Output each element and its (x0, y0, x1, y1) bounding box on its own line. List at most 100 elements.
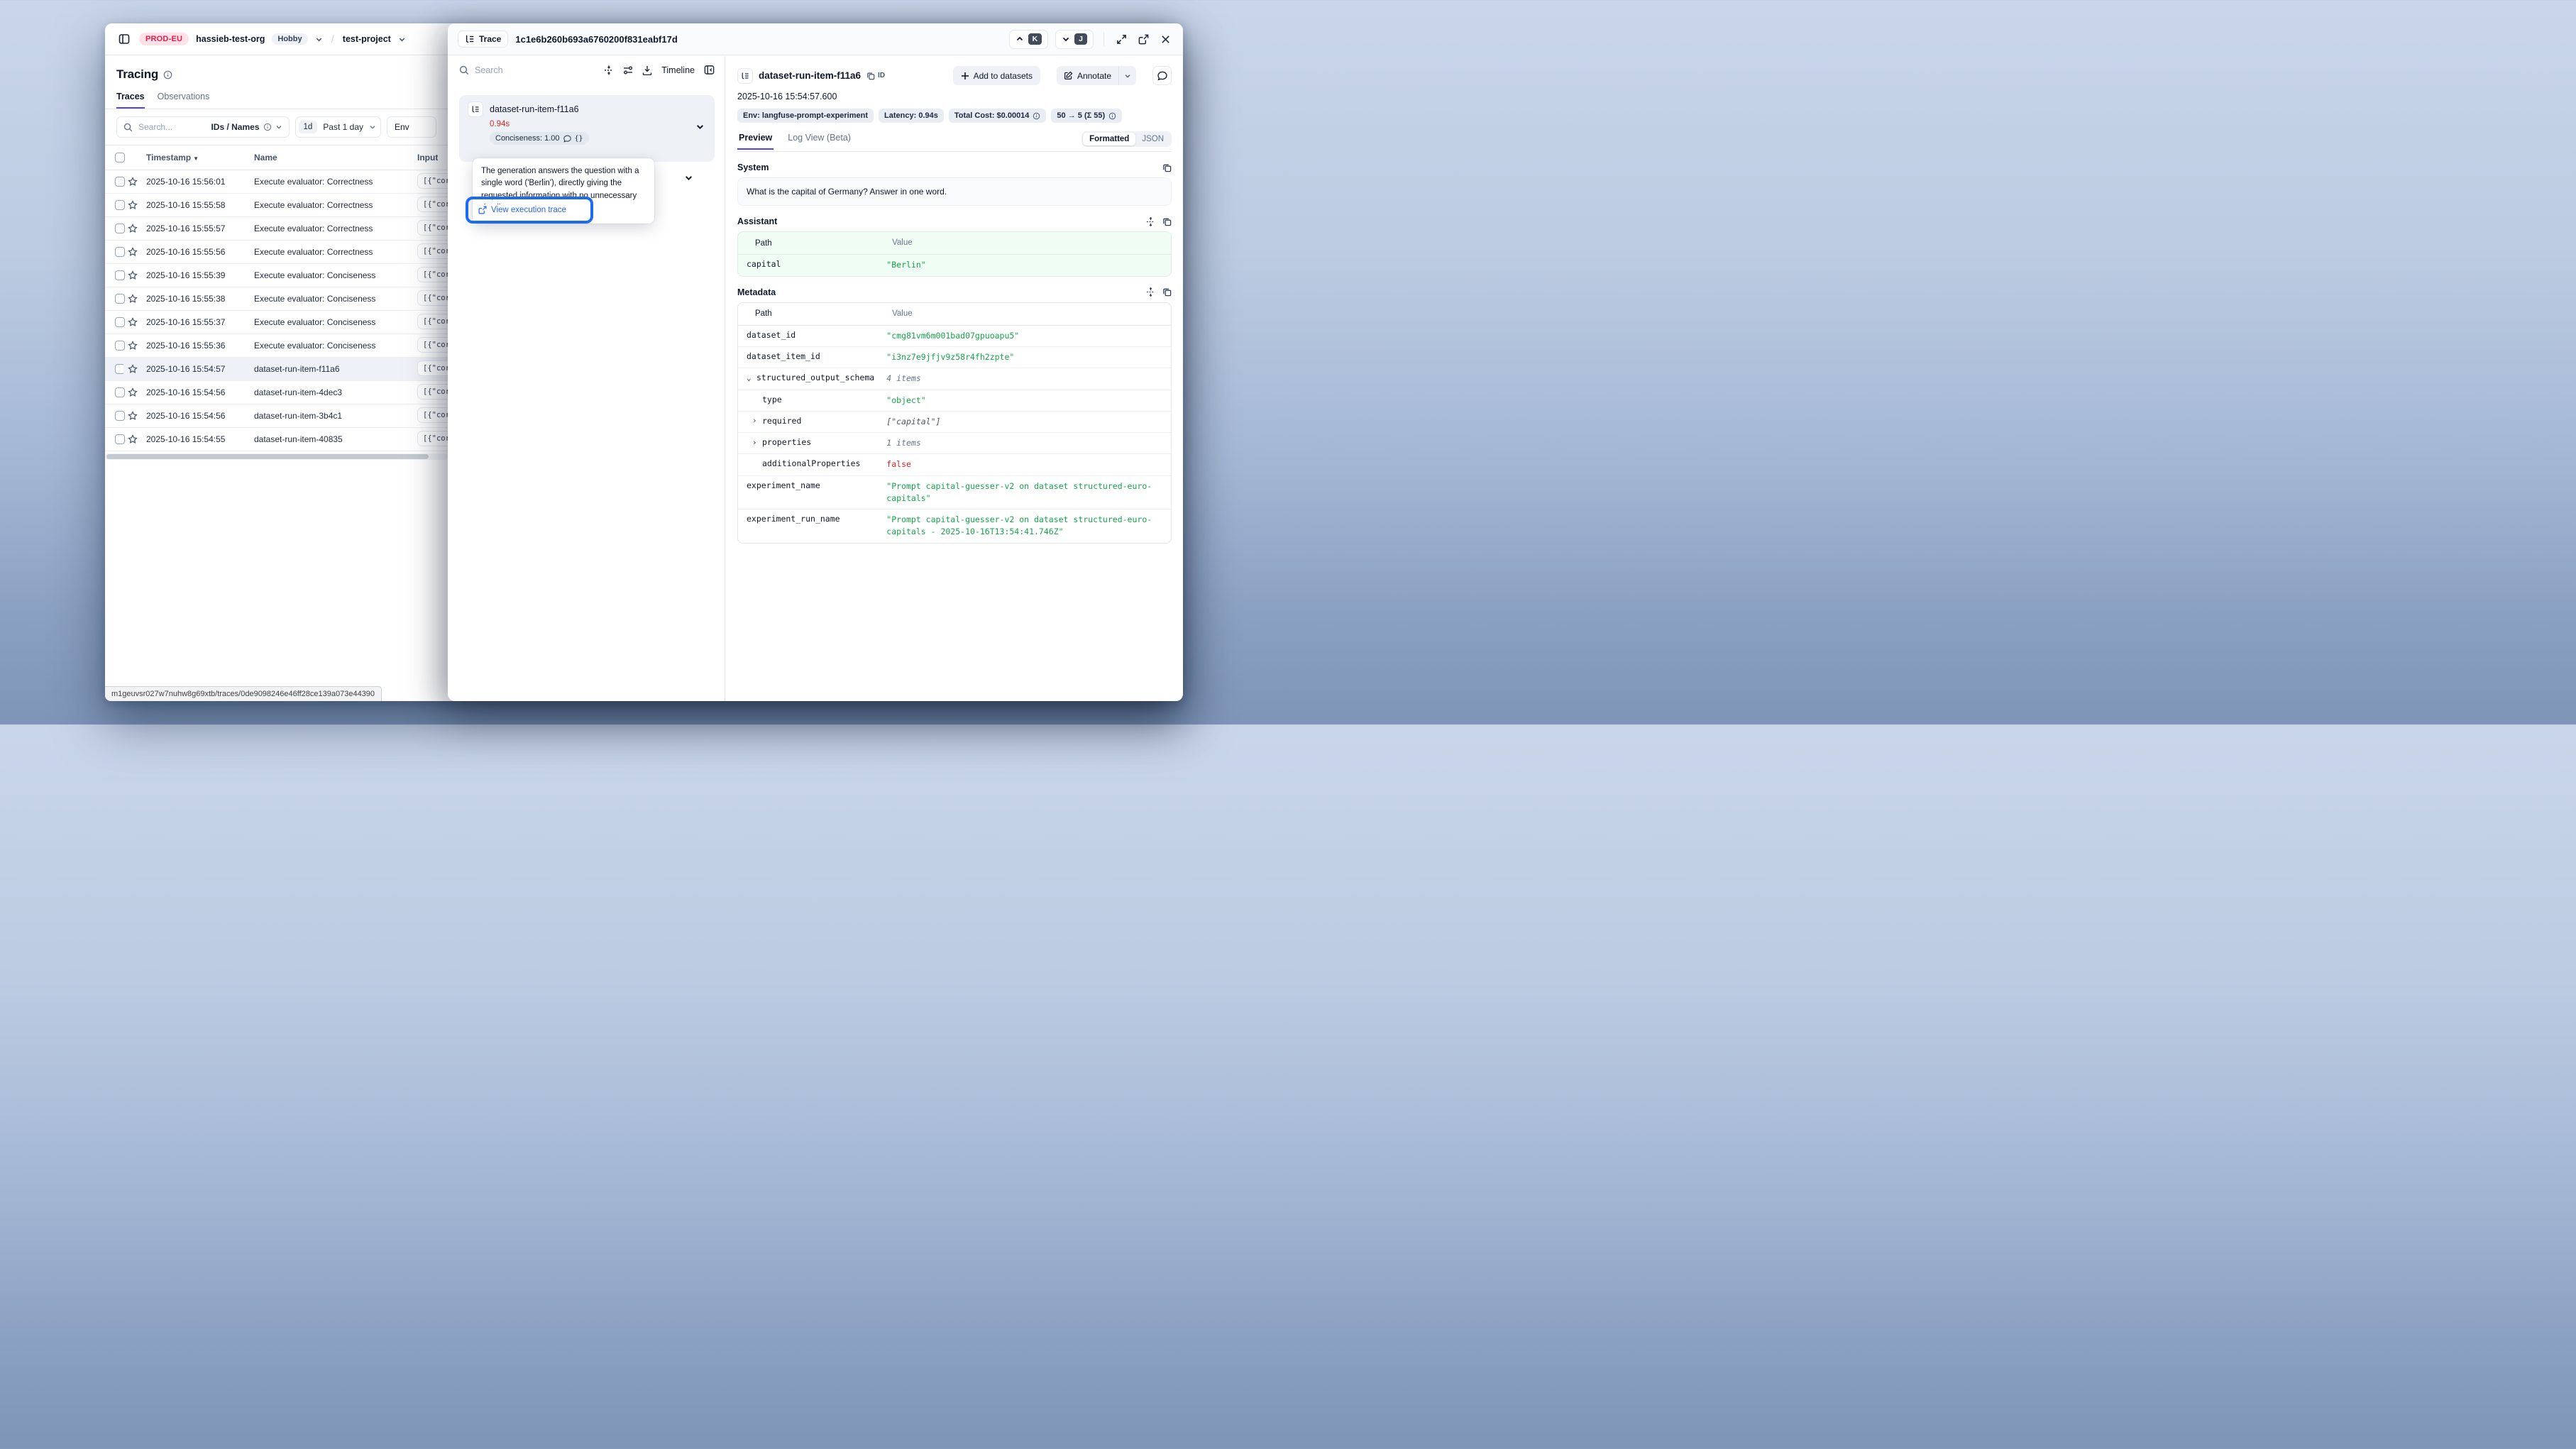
star-icon[interactable] (128, 317, 138, 327)
unfold-vertical-icon (1146, 287, 1155, 297)
tree-settings-button[interactable] (623, 65, 633, 75)
braces-icon: {} (575, 135, 583, 143)
star-icon[interactable] (128, 247, 138, 257)
view-execution-trace-link[interactable]: View execution trace (478, 204, 569, 216)
star-icon[interactable] (128, 270, 138, 280)
row-input-preview[interactable]: [{"cor (417, 173, 448, 189)
table-row[interactable]: 2025-10-16 15:55:38 Execute evaluator: C… (105, 287, 448, 311)
table-row[interactable]: 2025-10-16 15:55:57 Execute evaluator: C… (105, 217, 448, 241)
download-button[interactable] (642, 65, 652, 75)
table-row[interactable]: 2025-10-16 15:54:56 dataset-run-item-3b4… (105, 404, 448, 428)
node-collapse-chevron[interactable] (695, 122, 705, 131)
timeline-toggle[interactable]: Timeline (661, 65, 695, 75)
env-filter[interactable]: Env (387, 116, 436, 138)
expand-section-button[interactable] (1146, 287, 1155, 297)
row-name: dataset-run-item-4dec3 (250, 381, 413, 404)
row-input-preview[interactable]: [{"cor (417, 267, 448, 282)
table-row[interactable]: 2025-10-16 15:55:36 Execute evaluator: C… (105, 334, 448, 358)
table-row[interactable]: 2025-10-16 15:54:56 dataset-run-item-4de… (105, 381, 448, 404)
star-icon[interactable] (128, 434, 138, 444)
row-input-preview[interactable]: [{"cor (417, 314, 448, 329)
row-input-preview[interactable]: [{"cor (417, 360, 448, 376)
expand-section-button[interactable] (1146, 217, 1155, 226)
annotate-dropdown-button[interactable] (1118, 66, 1136, 85)
info-icon[interactable] (1033, 112, 1040, 120)
table-row[interactable]: 2025-10-16 15:55:56 Execute evaluator: C… (105, 241, 448, 264)
star-icon[interactable] (128, 411, 138, 421)
star-icon[interactable] (128, 177, 138, 187)
sidebar-toggle-button[interactable] (116, 31, 132, 47)
star-icon[interactable] (128, 387, 138, 397)
format-json[interactable]: JSON (1135, 133, 1170, 145)
row-input-preview[interactable]: [{"cor (417, 243, 448, 259)
row-timestamp: 2025-10-16 15:55:38 (142, 287, 250, 311)
org-switcher[interactable] (315, 35, 323, 43)
comments-button[interactable] (1152, 66, 1172, 85)
table-row[interactable]: 2025-10-16 15:56:01 Execute evaluator: C… (105, 170, 448, 194)
open-in-new-tab-button[interactable] (1136, 32, 1151, 47)
row-input-preview[interactable]: [{"cor (417, 220, 448, 236)
collapse-all-button[interactable] (604, 65, 614, 75)
annotate-button[interactable]: Annotate (1057, 66, 1118, 85)
table-row[interactable]: 2025-10-16 15:55:37 Execute evaluator: C… (105, 311, 448, 334)
table-row[interactable]: 2025-10-16 15:54:57 dataset-run-item-f11… (105, 358, 448, 381)
row-expand-chevron[interactable]: ⌄ (747, 373, 754, 382)
row-input-preview[interactable]: [{"cor (417, 384, 448, 400)
copy-button[interactable] (1162, 287, 1172, 297)
row-expand-chevron[interactable]: › (752, 438, 759, 447)
copy-button[interactable] (1162, 217, 1172, 226)
horizontal-scrollbar[interactable] (105, 453, 448, 460)
table-row[interactable]: 2025-10-16 15:54:55 dataset-run-item-408… (105, 428, 448, 451)
close-button[interactable] (1158, 32, 1173, 47)
star-icon[interactable] (128, 200, 138, 210)
trace-tree-icon (465, 34, 475, 44)
star-icon[interactable] (128, 341, 138, 351)
org-name[interactable]: hassieb-test-org (196, 34, 265, 44)
tab-preview[interactable]: Preview (737, 133, 774, 150)
tree-item-collapse-chevron[interactable] (684, 173, 693, 182)
info-icon[interactable] (1108, 112, 1116, 120)
kv-row: ›required ["capital"] (738, 412, 1171, 433)
row-input-preview[interactable]: [{"cor (417, 290, 448, 306)
copy-id-button[interactable]: ID (866, 72, 885, 80)
column-header-timestamp[interactable]: Timestamp▼ (142, 145, 250, 170)
project-name[interactable]: test-project (343, 34, 391, 44)
add-to-datasets-button[interactable]: Add to datasets (953, 66, 1040, 85)
table-row[interactable]: 2025-10-16 15:55:39 Execute evaluator: C… (105, 264, 448, 287)
tab-traces[interactable]: Traces (116, 92, 145, 109)
search-scope-dropdown[interactable]: IDs / Names (211, 122, 282, 132)
table-row[interactable]: 2025-10-16 15:55:58 Execute evaluator: C… (105, 194, 448, 217)
column-header-name[interactable]: Name (250, 145, 413, 170)
info-icon[interactable] (163, 70, 172, 79)
comment-icon (1157, 71, 1167, 81)
expand-button[interactable] (1114, 32, 1129, 47)
search-input[interactable]: Search... IDs / Names (116, 116, 290, 138)
row-input-preview[interactable]: [{"cor (417, 431, 448, 446)
row-name: Execute evaluator: Correctness (250, 170, 413, 194)
scrollbar-thumb[interactable] (106, 454, 429, 459)
chevron-down-icon (369, 123, 376, 131)
copy-icon (1162, 287, 1172, 297)
copy-button[interactable] (1162, 163, 1172, 172)
project-switcher[interactable] (398, 35, 406, 43)
tree-search-input[interactable]: Search (459, 65, 595, 75)
column-header-input[interactable]: Input (413, 145, 448, 170)
row-timestamp: 2025-10-16 15:55:39 (142, 264, 250, 287)
score-badge[interactable]: Conciseness: 1.00 {} (490, 132, 589, 145)
time-range-filter[interactable]: 1d Past 1 day (295, 116, 382, 138)
format-formatted[interactable]: Formatted (1083, 133, 1135, 145)
row-input-preview[interactable]: [{"cor (417, 337, 448, 353)
tab-log-view[interactable]: Log View (Beta) (786, 133, 852, 150)
star-icon[interactable] (128, 364, 138, 374)
fold-vertical-icon (604, 65, 614, 75)
star-icon[interactable] (128, 294, 138, 304)
row-expand-chevron[interactable]: › (752, 416, 759, 425)
next-trace-button[interactable]: J (1055, 30, 1094, 49)
star-icon[interactable] (128, 224, 138, 233)
row-input-preview[interactable]: [{"cor (417, 197, 448, 212)
prev-trace-button[interactable]: K (1009, 30, 1049, 49)
collapse-panel-button[interactable] (704, 65, 715, 75)
tab-observations[interactable]: Observations (158, 92, 210, 109)
trace-tree-node-selected[interactable]: dataset-run-item-f11a6 0.94s Conciseness… (459, 95, 715, 162)
row-input-preview[interactable]: [{"cor (417, 407, 448, 423)
